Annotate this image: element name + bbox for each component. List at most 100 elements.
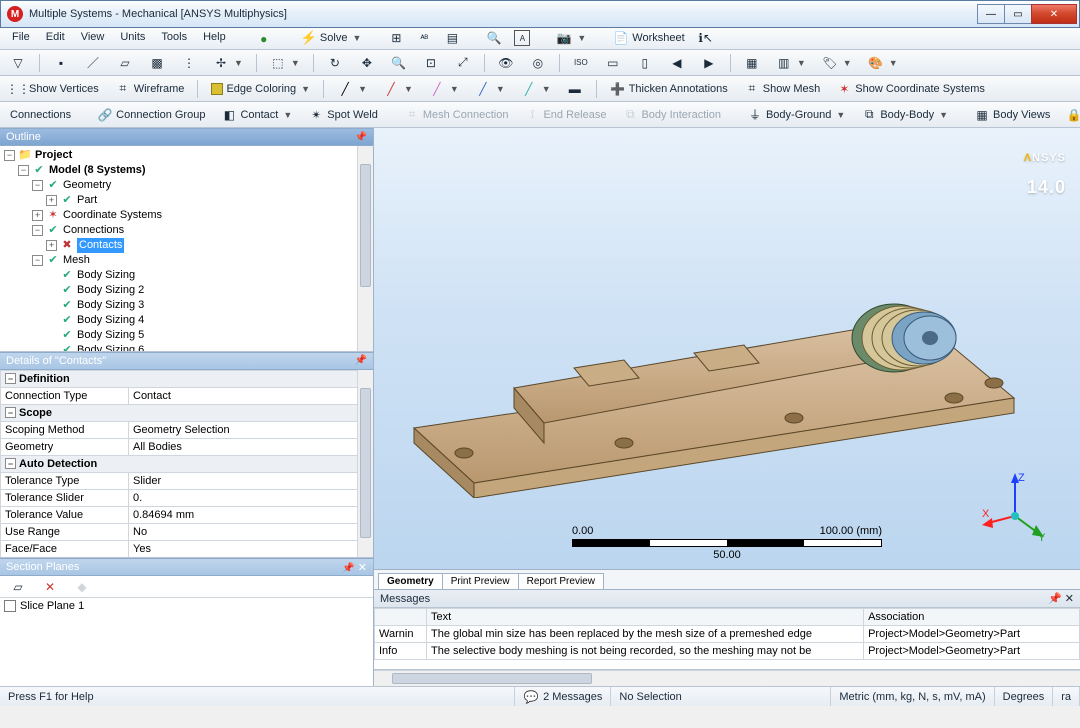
solve-button[interactable]: ⚡ Solve ▼ [294,28,369,48]
tree-model[interactable]: Model (8 Systems) [49,163,146,178]
wireframe-button[interactable]: ⌗Wireframe [109,79,191,99]
zoom-box-button[interactable]: ⊡ [417,53,445,73]
details-header[interactable]: Details of "Contacts" 📌 [0,352,373,370]
close-icon[interactable]: ✕ [358,562,367,574]
tree-body-sizing[interactable]: Body Sizing 2 [77,283,144,298]
tree-coord[interactable]: Coordinate Systems [63,208,162,223]
display-button[interactable]: ▥▼ [770,53,812,73]
tree-body-sizing[interactable]: Body Sizing 3 [77,298,144,313]
pan-button[interactable]: ✥ [353,53,381,73]
rotate-button[interactable]: ↻ [321,53,349,73]
body-views-button[interactable]: ▦Body Views [968,105,1056,125]
toolbar-icon-5[interactable]: A [508,28,536,48]
menu-view[interactable]: View [73,28,113,49]
select-coord[interactable]: ✢▼ [207,53,249,73]
tab-report-preview[interactable]: Report Preview [518,573,604,589]
edge-blue[interactable]: ╱▼ [469,79,511,99]
minimize-button[interactable]: — [977,4,1005,24]
col-text[interactable]: Text [427,609,864,626]
outline-header[interactable]: Outline 📌 [0,128,373,146]
prop-value[interactable]: No [129,557,373,558]
zoom-button[interactable]: 🔍 [385,53,413,73]
thicken-button[interactable]: ➕Thicken Annotations [604,79,734,99]
edge-thick[interactable]: ▬ [561,79,589,99]
select-face[interactable]: ▱ [111,53,139,73]
tree-contacts[interactable]: Contacts [77,238,124,253]
triad-icon[interactable]: Z X Y [980,471,1050,541]
twisty-icon[interactable]: + [46,195,57,206]
manage-views-button[interactable]: ▦ [738,53,766,73]
edge-cyan[interactable]: ╱▼ [515,79,557,99]
select-body[interactable]: ▩ [143,53,171,73]
toolbar-icon-2[interactable]: ᴬᴮ [410,28,438,48]
prop-value[interactable]: 0.84694 mm [129,506,373,523]
back-button[interactable]: ▯ [631,53,659,73]
color-button[interactable]: 🎨▼ [862,53,904,73]
pin-icon[interactable]: 📌 [342,563,354,574]
close-button[interactable]: ✕ [1031,4,1077,24]
scrollbar-vertical[interactable] [357,146,373,351]
twisty-icon[interactable]: − [32,255,43,266]
twisty-icon[interactable]: − [18,165,29,176]
tab-geometry[interactable]: Geometry [378,573,443,589]
details-grid[interactable]: −Definition Connection TypeContact −Scop… [0,370,373,558]
close-icon[interactable]: ✕ [1065,593,1074,605]
prop-value[interactable]: No [129,523,373,540]
menu-tools[interactable]: Tools [153,28,195,49]
twisty-icon[interactable]: − [32,180,43,191]
iso-button[interactable]: ISO [567,53,595,73]
front-button[interactable]: ▭ [599,53,627,73]
scrollbar-horizontal[interactable] [374,670,1080,686]
show-mesh-button[interactable]: ⌗Show Mesh [738,79,826,99]
tree-project[interactable]: Project [35,148,72,163]
col-type[interactable] [375,609,427,626]
box-select[interactable]: ⬚▼ [264,53,306,73]
spot-weld-button[interactable]: ✴Spot Weld [302,105,384,125]
anno-button[interactable]: 🏷▼ [816,53,858,73]
sync-views-button[interactable]: 🔒Sync Views [1060,105,1080,125]
select-edge[interactable]: ／ [79,53,107,73]
3d-viewport[interactable]: ΛNSYS 14.0 [374,128,1080,590]
outline-tree[interactable]: −📁Project −✔Model (8 Systems) −✔Geometry… [0,146,373,352]
checkbox[interactable] [4,600,16,612]
toolbar-icon-1[interactable]: ⊞ [382,28,410,48]
tab-print-preview[interactable]: Print Preview [442,573,519,589]
prop-value[interactable]: Yes [129,540,373,557]
tree-body-sizing[interactable]: Body Sizing 6 [77,343,144,352]
prop-value[interactable]: 0. [129,489,373,506]
prop-value[interactable]: Contact [129,387,373,404]
status-messages[interactable]: 💬2 Messages [515,687,611,706]
worksheet-button[interactable]: 📄 Worksheet [606,28,691,48]
body-body-button[interactable]: ⧉Body-Body▼ [855,105,954,125]
section-header[interactable]: Section Planes 📌 ✕ [0,558,373,576]
go-button[interactable]: ● [248,28,280,49]
collapse-icon[interactable]: − [5,373,16,384]
show-vertices-button[interactable]: ⋮⋮Show Vertices [4,79,105,99]
delete-plane-button[interactable]: ✕ [36,577,64,597]
next-view-button[interactable]: ▶ [695,53,723,73]
prop-value[interactable]: Geometry Selection [129,421,373,438]
twisty-icon[interactable]: − [4,150,15,161]
toolbar-icon-6[interactable]: 📷▼ [550,28,592,48]
messages-header[interactable]: Messages 📌 ✕ [374,590,1080,608]
pin-icon[interactable]: 📌 [355,132,367,143]
new-plane-button[interactable]: ▱ [4,577,32,597]
pin-icon[interactable]: 📌 [1048,593,1062,605]
maximize-button[interactable]: ▭ [1004,4,1032,24]
edge-coloring-button[interactable]: Edge Coloring▼ [205,79,316,99]
tree-body-sizing[interactable]: Body Sizing 5 [77,328,144,343]
col-assoc[interactable]: Association [864,609,1080,626]
pin-icon[interactable]: 📌 [355,355,367,366]
message-row[interactable]: WarninThe global min size has been repla… [375,626,1080,643]
scrollbar-vertical[interactable] [357,370,373,557]
menu-edit[interactable]: Edit [38,28,73,49]
menu-help[interactable]: Help [195,28,234,49]
filter-button[interactable]: ▽ [4,53,32,73]
tree-body-sizing[interactable]: Body Sizing [77,268,135,283]
zoomfit2-button[interactable]: ◎ [524,53,552,73]
tree-connections[interactable]: Connections [63,223,124,238]
tree-geometry[interactable]: Geometry [63,178,111,193]
twisty-icon[interactable]: + [46,240,57,251]
tree-body-sizing[interactable]: Body Sizing 4 [77,313,144,328]
message-row[interactable]: InfoThe selective body meshing is not be… [375,643,1080,660]
